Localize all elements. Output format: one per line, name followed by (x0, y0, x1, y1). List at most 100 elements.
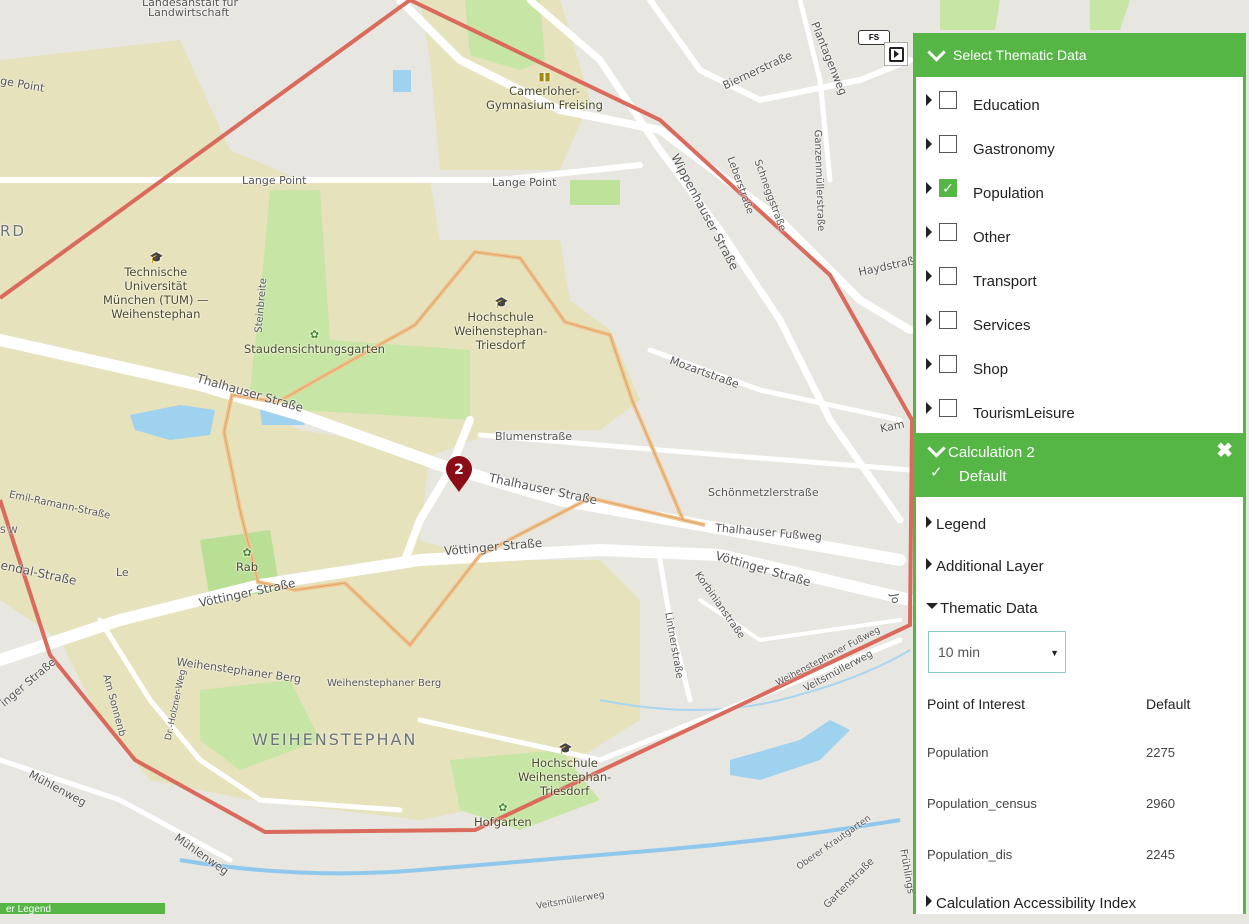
theme-label: Transport (973, 272, 1037, 290)
map-label: Le (116, 566, 129, 579)
map-label: Schönmetzlerstraße (708, 486, 819, 499)
section-label: Calculation Accessibility Index (936, 894, 1137, 912)
chevron-down-icon (927, 42, 946, 62)
caret-right-icon[interactable] (926, 358, 932, 370)
theme-item-gastronomy[interactable]: Gastronomy (916, 127, 1243, 171)
caret-right-icon[interactable] (926, 182, 932, 194)
close-icon[interactable]: ✖ (1216, 438, 1233, 463)
theme-item-services[interactable]: Services (916, 303, 1243, 347)
caret-right-icon (926, 516, 932, 528)
graduation-cap-icon: 🎓 (149, 251, 164, 264)
select-value: 10 min (938, 644, 981, 660)
checkbox-checked[interactable]: ✓ (939, 179, 957, 197)
poi-table: Point of Interest Default Population 227… (916, 681, 1243, 880)
theme-label: Services (973, 316, 1031, 334)
checkbox[interactable] (939, 355, 957, 373)
play-icon (888, 46, 904, 62)
table-row: Population_dis 2245 (916, 829, 1243, 880)
graduation-cap-icon: 🎓 (558, 742, 573, 755)
poi-camerloher[interactable]: ▮▮ Camerloher- Gymnasium Freising (486, 70, 603, 112)
section-additional-layer[interactable]: Additional Layer (916, 545, 1243, 587)
legend-toggle-bar[interactable]: er Legend (0, 903, 165, 914)
caret-right-icon[interactable] (926, 402, 932, 414)
garden-icon: ✿ (498, 801, 508, 814)
section-label: Legend (936, 515, 987, 533)
theme-label: Education (973, 96, 1040, 114)
panel-title: Select Thematic Data (953, 47, 1087, 63)
theme-list: Education Gastronomy ✓ Population Other … (916, 77, 1243, 435)
poi-hochschule-south[interactable]: 🎓 Hochschule Weihenstephan- Triesdorf (518, 742, 611, 798)
garden-icon: ✿ (242, 546, 252, 559)
theme-label: Shop (973, 360, 1009, 378)
school-icon: ▮▮ (538, 70, 551, 83)
checkbox[interactable] (939, 399, 957, 417)
column-header: Point of Interest (927, 696, 1026, 712)
theme-item-population[interactable]: ✓ Population (916, 171, 1243, 215)
row-name: Population_dis (927, 847, 1013, 862)
theme-item-tourismleisure[interactable]: TourismLeisure (916, 391, 1243, 435)
map-label: Weihenstephaner Berg (327, 678, 442, 689)
theme-item-other[interactable]: Other (916, 215, 1243, 259)
dropdown-arrow-icon: ▼ (1050, 648, 1059, 658)
checkbox[interactable] (939, 135, 957, 153)
caret-right-icon[interactable] (926, 270, 932, 282)
theme-label: TourismLeisure (973, 404, 1075, 422)
row-value: 2960 (1146, 796, 1175, 811)
theme-item-transport[interactable]: Transport (916, 259, 1243, 303)
poi-tum[interactable]: 🎓 Technische Universität München (TUM) —… (103, 251, 209, 321)
poi-rab[interactable]: ✿ Rab (236, 546, 258, 574)
row-value: 2275 (1146, 745, 1175, 760)
checkbox[interactable] (939, 311, 957, 329)
poi-staudensichtungsgarten[interactable]: ✿ Staudensichtungsgarten (244, 328, 385, 356)
play-button[interactable] (884, 42, 908, 66)
calculation-header[interactable]: Calculation 2 ✖ ✓ Default (916, 433, 1243, 497)
theme-label: Other (973, 228, 1011, 246)
caret-right-icon[interactable] (926, 226, 932, 238)
chevron-down-icon (927, 439, 946, 458)
map-label: Landwirtschaft (148, 6, 230, 19)
thematic-data-header[interactable]: Select Thematic Data (916, 33, 1243, 77)
map-label: RD (0, 222, 26, 240)
table-row: Population_census 2960 (916, 778, 1243, 829)
pool (393, 70, 411, 92)
section-label: Additional Layer (936, 557, 1044, 575)
theme-item-education[interactable]: Education (916, 83, 1243, 127)
section-label: Thematic Data (940, 599, 1038, 617)
caret-right-icon[interactable] (926, 138, 932, 150)
row-name: Population_census (927, 796, 1037, 811)
map-label: Blumenstraße (495, 430, 573, 443)
green-area-4 (940, 0, 1000, 30)
caret-right-icon (926, 895, 932, 907)
garden-icon: ✿ (309, 328, 320, 341)
row-name: Population (927, 745, 989, 760)
row-value: 2245 (1146, 847, 1175, 862)
table-header: Point of Interest Default (916, 681, 1243, 727)
map-label: S W (0, 526, 18, 536)
theme-item-shop[interactable]: Shop (916, 347, 1243, 391)
side-panel: Select Thematic Data Education Gastronom… (913, 33, 1246, 914)
theme-label: Gastronomy (973, 140, 1055, 158)
marker-number: 2 (454, 462, 464, 478)
calculation-title: Calculation 2 (948, 444, 1035, 461)
map-label: Lange Point (242, 174, 307, 187)
poi-hochschule[interactable]: 🎓 Hochschule Weihenstephan- Triesdorf (454, 296, 547, 352)
green-patch (570, 180, 620, 205)
checkbox[interactable] (939, 91, 957, 109)
section-thematic-data[interactable]: Thematic Data (916, 587, 1243, 629)
check-icon: ✓ (930, 464, 943, 481)
caret-right-icon (926, 558, 932, 570)
calculation-mode: Default (959, 468, 1007, 485)
table-row: Population 2275 (916, 727, 1243, 778)
section-legend[interactable]: Legend (916, 503, 1243, 545)
theme-label: Population (973, 184, 1044, 202)
checkbox[interactable] (939, 267, 957, 285)
poi-hofgarten[interactable]: ✿ Hofgarten (474, 801, 532, 829)
time-select[interactable]: 10 min ▼ (928, 631, 1066, 673)
caret-down-icon (926, 603, 938, 609)
checkbox[interactable] (939, 223, 957, 241)
graduation-cap-icon: 🎓 (494, 296, 509, 309)
caret-right-icon[interactable] (926, 94, 932, 106)
map-label: Lange Point (492, 176, 557, 189)
section-accessibility-index[interactable]: Calculation Accessibility Index (916, 882, 1243, 924)
caret-right-icon[interactable] (926, 314, 932, 326)
